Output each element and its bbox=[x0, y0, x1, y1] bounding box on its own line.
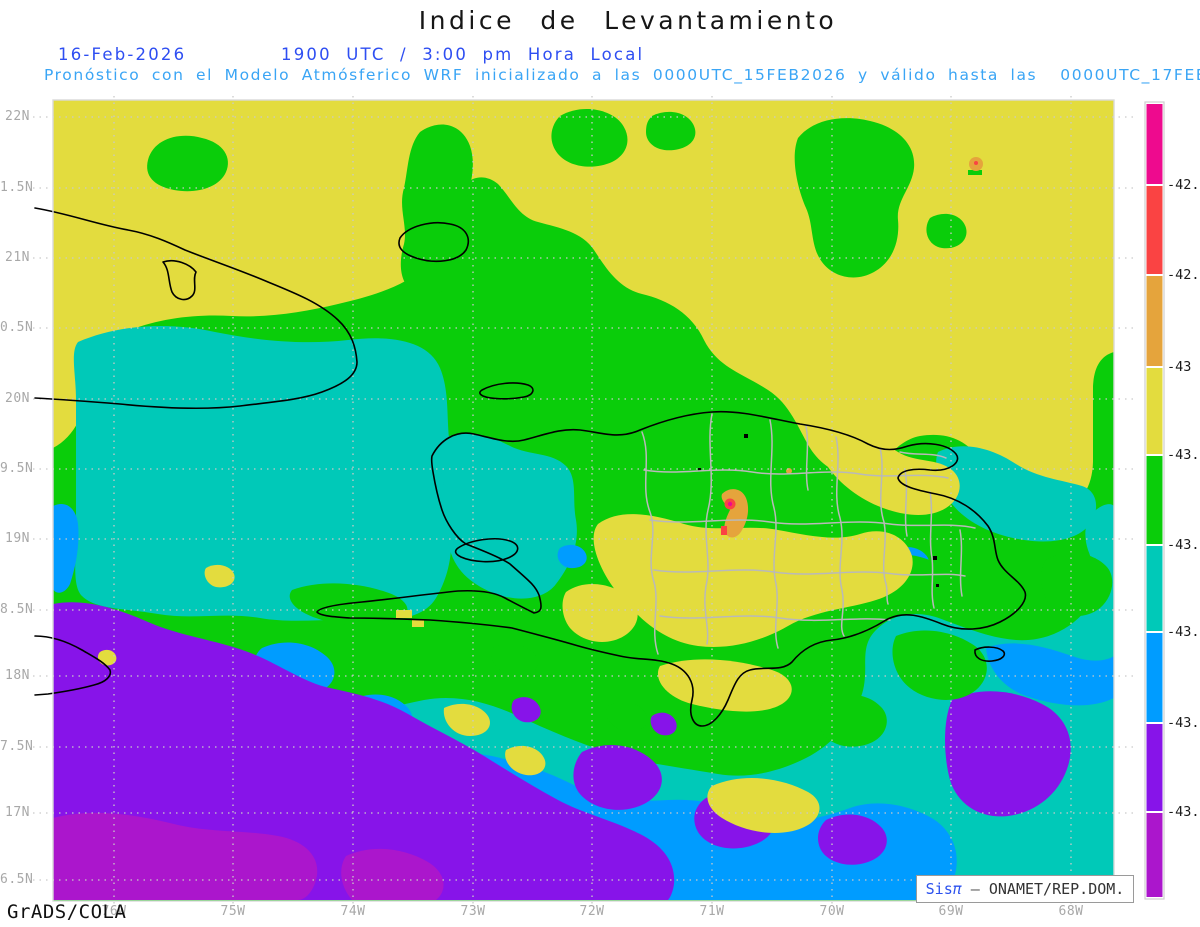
lat-tick-label: 9.5N bbox=[0, 461, 34, 476]
colorbar-tick-label: -43.5 bbox=[1167, 804, 1200, 820]
lat-tick-label: 0.5N bbox=[0, 320, 34, 335]
lat-tick-label: 22N bbox=[5, 109, 30, 124]
sispi-label: Sis bbox=[925, 880, 953, 898]
lon-tick-label: 75W bbox=[220, 904, 246, 919]
lon-tick-label: 74W bbox=[340, 904, 366, 919]
colorbar-tick-label: -43.4 bbox=[1167, 715, 1200, 731]
pi-symbol: π bbox=[952, 880, 962, 898]
contour-field bbox=[53, 100, 1114, 901]
colorbar-tick-label: -43 bbox=[1167, 359, 1192, 375]
contour-region bbox=[412, 620, 424, 627]
contour-region bbox=[396, 610, 412, 618]
lat-tick-label: 8.5N bbox=[0, 602, 34, 617]
sispi-dash: – bbox=[961, 880, 989, 898]
colorbar-segment-purple bbox=[1146, 813, 1163, 897]
lon-tick-label: 73W bbox=[460, 904, 486, 919]
lake-speck bbox=[936, 584, 939, 587]
page-title: Indice de Levantamiento bbox=[418, 6, 838, 35]
colorbar-segment-teal bbox=[1146, 546, 1163, 631]
lat-tick-label: 20N bbox=[5, 391, 30, 406]
colorbar-tick-label: -43.1 bbox=[1167, 447, 1200, 463]
colorbar-segment-red bbox=[1146, 186, 1163, 274]
colorbar-segment-yellow bbox=[1146, 368, 1163, 454]
model-subtitle: Pronóstico con el Modelo Atmósferico WRF… bbox=[44, 66, 1200, 84]
contour-region bbox=[147, 135, 228, 192]
onamet-label: ONAMET/REP.DOM. bbox=[988, 880, 1125, 898]
forecast-map-canvas bbox=[33, 96, 1165, 906]
lat-tick-label: 6.5N bbox=[0, 872, 34, 887]
lon-tick-label: 71W bbox=[699, 904, 725, 919]
colorbar-segment-blue bbox=[1146, 633, 1163, 722]
colorbar bbox=[1144, 101, 1165, 900]
wrf-lifted-index-map-page: Indice de Levantamiento 16-Feb-2026 1900… bbox=[0, 0, 1200, 927]
colorbar-segment-orange bbox=[1146, 276, 1163, 366]
lat-tick-label: 19N bbox=[5, 531, 30, 546]
hotspot-magenta-core bbox=[727, 501, 733, 507]
forecast-date: 16-Feb-2026 bbox=[58, 45, 187, 64]
forecast-time: 1900 UTC / 3:00 pm Hora Local bbox=[281, 45, 645, 64]
lat-tick-label: 18N bbox=[5, 668, 30, 683]
colorbar-segment-magenta bbox=[1146, 104, 1163, 184]
lat-tick-label: 17N bbox=[5, 805, 30, 820]
lon-tick-label: 72W bbox=[579, 904, 605, 919]
colorbar-tick-label: -42.8 bbox=[1167, 177, 1200, 193]
lon-tick-label: 70W bbox=[819, 904, 845, 919]
colorbar-segment-violet bbox=[1146, 724, 1163, 811]
grads-cola-watermark: GrADS/COLA bbox=[7, 901, 127, 923]
lat-tick-label: 1.5N bbox=[0, 180, 34, 195]
sispi-onamet-badge: Sis π – ONAMET/REP.DOM. bbox=[916, 875, 1134, 903]
lat-tick-label: 21N bbox=[5, 250, 30, 265]
lon-tick-label: 69W bbox=[938, 904, 964, 919]
colorbar-tick-label: -43.2 bbox=[1167, 537, 1200, 553]
lake-speck bbox=[744, 434, 748, 438]
colorbar-tick-label: -43.3 bbox=[1167, 624, 1200, 640]
lake-speck bbox=[933, 556, 937, 560]
hotspot-red-core bbox=[974, 161, 978, 165]
lon-tick-label: 68W bbox=[1058, 904, 1084, 919]
contour-region-teal-west bbox=[73, 326, 452, 621]
lat-tick-label: 7.5N bbox=[0, 739, 34, 754]
colorbar-segment-green bbox=[1146, 456, 1163, 544]
hotspot-red-bar bbox=[721, 526, 727, 535]
colorbar-tick-label: -42.9 bbox=[1167, 267, 1200, 283]
